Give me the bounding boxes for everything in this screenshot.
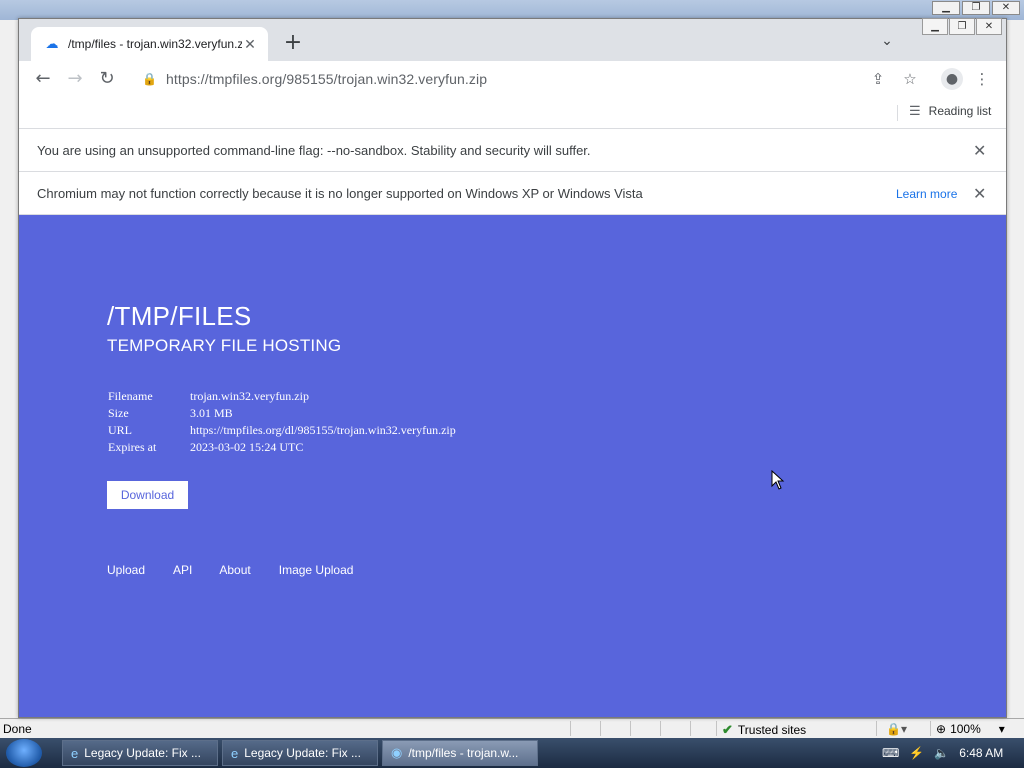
- close-icon[interactable]: ✕: [973, 184, 986, 204]
- tab-search-button[interactable]: ⌄: [877, 33, 897, 53]
- zoom-control[interactable]: ⊕ 100% ▾: [936, 722, 1005, 736]
- meta-row: URL https://tmpfiles.org/dl/985155/troja…: [108, 422, 456, 439]
- address-bar[interactable]: 🔒 https://tmpfiles.org/985155/trojan.win…: [129, 65, 924, 93]
- status-separator: [716, 721, 717, 736]
- bookmarks-bar: ☰ Reading list: [19, 97, 1006, 129]
- tab-strip: ☁ /tmp/files - trojan.win32.veryfun.zip …: [19, 18, 1006, 61]
- forward-button[interactable]: →: [64, 68, 86, 90]
- about-link[interactable]: About: [219, 563, 250, 577]
- keyboard-icon[interactable]: ⌨: [882, 746, 899, 760]
- reading-list-button[interactable]: ☰ Reading list: [909, 103, 991, 119]
- meta-value: trojan.win32.veryfun.zip: [190, 389, 309, 403]
- security-zone[interactable]: ✔ Trusted sites: [722, 722, 806, 738]
- menu-kebab-icon[interactable]: ⋮: [972, 69, 992, 89]
- learn-more-link[interactable]: Learn more: [896, 187, 957, 201]
- ie-left-edge: [0, 20, 20, 720]
- chrome-window-controls: ▁ ❐ ✕: [921, 18, 1002, 35]
- bookmark-star-icon[interactable]: ☆: [900, 69, 920, 89]
- meta-value: 2023-03-02 15:24 UTC: [190, 440, 304, 454]
- tab-title: /tmp/files - trojan.win32.veryfun.zip: [68, 37, 242, 51]
- share-icon[interactable]: ⇪: [868, 69, 888, 89]
- cloud-icon: ☁: [45, 36, 59, 51]
- infobar-no-sandbox: You are using an unsupported command-lin…: [19, 129, 1006, 172]
- download-button[interactable]: Download: [107, 481, 188, 509]
- active-tab[interactable]: ☁ /tmp/files - trojan.win32.veryfun.zip …: [31, 27, 268, 61]
- magnifier-icon: ⊕: [936, 722, 947, 736]
- ie-minimize-button[interactable]: ▁: [932, 1, 960, 15]
- status-separator: [930, 721, 931, 736]
- url-text[interactable]: https://tmpfiles.org/985155/trojan.win32…: [166, 71, 487, 87]
- infobar-unsupported-os: Chromium may not function correctly beca…: [19, 172, 1006, 215]
- status-separator: [690, 721, 691, 736]
- file-metadata: Filename trojan.win32.veryfun.zip Size 3…: [108, 388, 456, 456]
- chromium-window: ☁ /tmp/files - trojan.win32.veryfun.zip …: [18, 18, 1007, 718]
- taskbar-item-label: Legacy Update: Fix ...: [244, 746, 361, 760]
- system-tray: ⌨ ⚡ 🔈 6:48 AM: [876, 738, 1024, 768]
- reload-button[interactable]: ↻: [96, 68, 118, 90]
- infobar-message: Chromium may not function correctly beca…: [37, 186, 643, 201]
- status-separator: [630, 721, 631, 736]
- checkmark-icon: ✔: [722, 722, 733, 737]
- ie-icon: e: [71, 745, 79, 761]
- security-zone-label: Trusted sites: [737, 723, 807, 737]
- upload-link[interactable]: Upload: [107, 563, 145, 577]
- back-button[interactable]: ←: [32, 68, 54, 90]
- chromium-icon: ◉: [391, 745, 403, 760]
- toolbar: ← → ↻ 🔒 https://tmpfiles.org/985155/troj…: [19, 61, 1006, 97]
- network-icon[interactable]: ⚡: [909, 746, 924, 760]
- ie-maximize-button[interactable]: ❐: [962, 1, 990, 15]
- meta-key: URL: [108, 423, 132, 437]
- ie-titlebar: ▁ ❐ ✕: [0, 0, 1024, 20]
- meta-value: https://tmpfiles.org/dl/985155/trojan.wi…: [190, 423, 456, 437]
- taskbar-item[interactable]: e Legacy Update: Fix ...: [62, 740, 218, 766]
- ie-icon: e: [231, 745, 239, 761]
- taskbar: e Legacy Update: Fix ... e Legacy Update…: [0, 738, 1024, 768]
- meta-value: 3.01 MB: [190, 406, 233, 420]
- lock-icon[interactable]: 🔒: [142, 72, 157, 86]
- chevron-down-icon: ▾: [998, 722, 1005, 736]
- meta-row: Filename trojan.win32.veryfun.zip: [108, 388, 456, 405]
- image-upload-link[interactable]: Image Upload: [279, 563, 354, 577]
- ie-status-text: Done: [3, 722, 32, 736]
- footer-links: Upload API About Image Upload: [107, 563, 353, 577]
- profile-avatar-icon[interactable]: ●: [941, 68, 963, 90]
- meta-row: Size 3.01 MB: [108, 405, 456, 422]
- meta-row: Expires at 2023-03-02 15:24 UTC: [108, 439, 456, 456]
- close-icon[interactable]: ✕: [973, 141, 986, 161]
- meta-key: Size: [108, 406, 129, 420]
- close-tab-icon[interactable]: ✕: [242, 36, 258, 52]
- clock[interactable]: 6:48 AM: [959, 746, 1003, 760]
- ie-close-button[interactable]: ✕: [992, 1, 1020, 15]
- page-content: /TMP/FILES TEMPORARY FILE HOSTING Filena…: [19, 215, 1006, 717]
- protected-mode-icon[interactable]: 🔒▾: [886, 722, 907, 736]
- taskbar-item-label: Legacy Update: Fix ...: [84, 746, 201, 760]
- bookmarks-separator: [897, 105, 898, 121]
- status-separator: [600, 721, 601, 736]
- taskbar-item-label: /tmp/files - trojan.w...: [408, 746, 519, 760]
- meta-key: Filename: [108, 389, 153, 403]
- meta-key: Expires at: [108, 440, 157, 454]
- status-separator: [660, 721, 661, 736]
- start-button[interactable]: [6, 739, 42, 767]
- volume-icon[interactable]: 🔈: [934, 746, 949, 760]
- api-link[interactable]: API: [173, 563, 192, 577]
- reading-list-icon: ☰: [909, 103, 921, 118]
- minimize-button[interactable]: ▁: [922, 18, 948, 35]
- zoom-level: 100%: [950, 722, 981, 736]
- taskbar-item[interactable]: e Legacy Update: Fix ...: [222, 740, 378, 766]
- status-separator: [876, 721, 877, 736]
- site-subtitle: TEMPORARY FILE HOSTING: [107, 336, 342, 355]
- status-separator: [570, 721, 571, 736]
- mouse-cursor-icon: [771, 470, 785, 490]
- infobar-message: You are using an unsupported command-lin…: [37, 143, 591, 158]
- new-tab-button[interactable]: +: [281, 32, 305, 56]
- reading-list-label: Reading list: [928, 104, 992, 118]
- close-button[interactable]: ✕: [976, 18, 1002, 35]
- taskbar-item-active[interactable]: ◉ /tmp/files - trojan.w...: [382, 740, 538, 766]
- restore-button[interactable]: ❐: [949, 18, 975, 35]
- ie-status-bar: Done ✔ Trusted sites 🔒▾ ⊕ 100% ▾: [0, 718, 1024, 738]
- ie-window-controls: ▁ ❐ ✕: [932, 1, 1020, 15]
- ie-right-edge: [1004, 20, 1024, 720]
- site-title: /TMP/FILES: [107, 301, 252, 331]
